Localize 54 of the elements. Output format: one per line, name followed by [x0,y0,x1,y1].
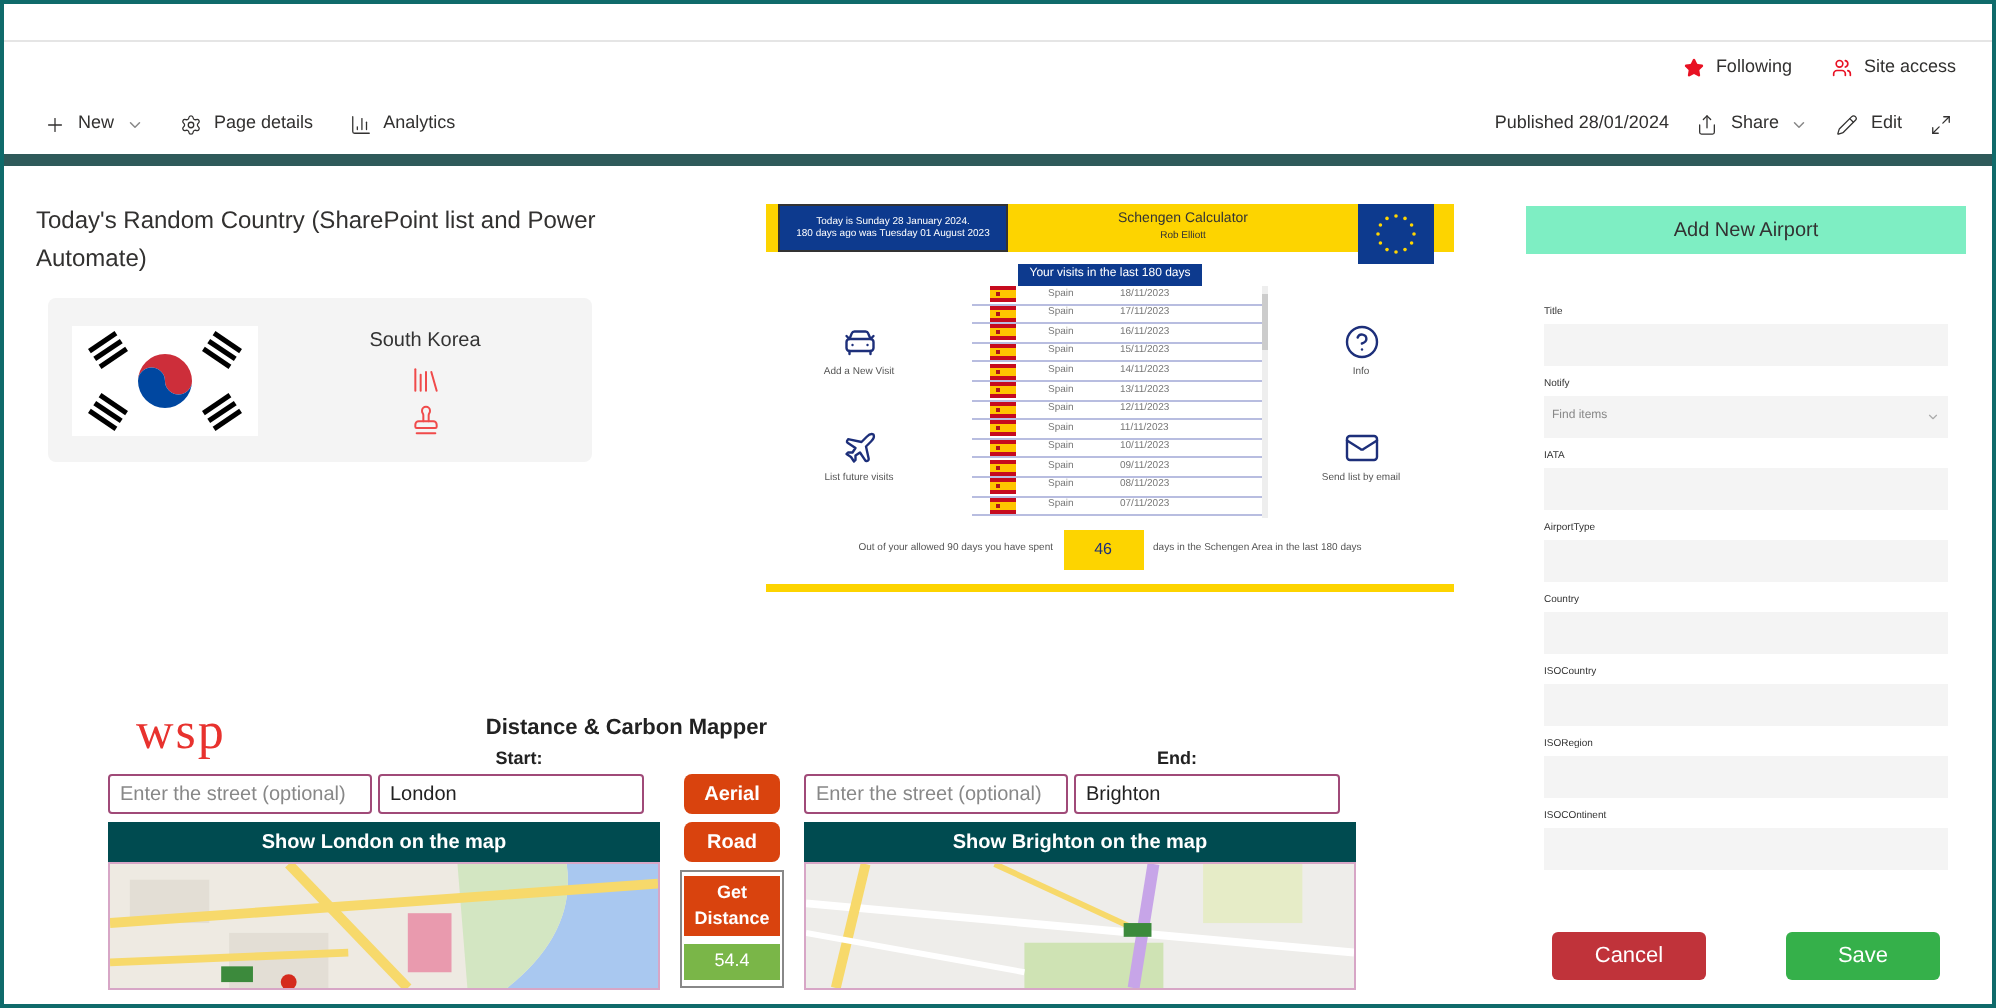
site-access-button[interactable]: Site access [1831,54,1956,82]
form-title: Add New Airport [1526,206,1966,254]
expand-icon [1930,113,1952,135]
share-icon [1696,113,1719,135]
plane-icon [841,430,877,466]
following-button[interactable]: Following [1683,54,1792,82]
flag-icon [990,420,1016,437]
get-distance-button[interactable]: Get Distance [684,876,780,936]
show-map-button[interactable]: Show London on the map [108,822,660,862]
map-view-button[interactable]: Aerial [684,774,780,814]
command-button[interactable]: New [44,110,145,138]
flag-icon [990,363,1016,380]
show-map-button[interactable]: Show Brighton on the map [804,822,1356,862]
command-button[interactable]: Analytics [349,110,456,138]
chart-icon [349,113,372,135]
flag-icon [990,459,1016,476]
stamp-icon [409,403,441,435]
cancel-button[interactable]: Cancel [1552,932,1706,980]
expand-button[interactable] [1930,113,1952,135]
logo: wsp [136,708,226,756]
command-button[interactable]: Page details [180,110,314,138]
help-icon [1343,324,1379,360]
edit-button[interactable]: Edit [1836,110,1902,138]
pencil-icon [1836,113,1859,135]
scrollbar[interactable] [1262,286,1268,518]
flag-icon [990,344,1016,361]
map-view-button[interactable]: Road [684,822,780,862]
flag-icon [72,325,258,435]
books-icon [409,363,441,395]
city-field[interactable]: Brighton [1074,774,1340,814]
published-date: Published 28/01/2024 [1494,110,1669,137]
flag-icon [990,286,1016,303]
car-icon [841,324,877,360]
flag-icon [990,382,1016,399]
side-label: Start: [495,746,543,770]
street-field[interactable]: Enter the street (optional) [804,774,1068,814]
flag-icon [990,440,1016,457]
side-label: End: [1157,746,1197,770]
days-count: 46 [1063,530,1144,570]
flag-icon [990,478,1016,495]
chevron-icon [1926,410,1940,424]
mapper-title: Distance & Carbon Mapper [485,714,767,744]
street-field[interactable]: Enter the street (optional) [108,774,372,814]
share-button[interactable]: Share [1696,110,1809,138]
section-title: Today's Random Country (SharePoint list and Power Automate) [36,204,598,276]
envelope-icon [1343,430,1379,466]
country-name: South Korea [369,327,481,355]
star-icon [1683,58,1704,78]
distance-value: 54.4 [684,944,780,980]
flag-icon [990,324,1016,341]
plus-icon [44,113,66,135]
people-icon [1831,58,1852,78]
city-field[interactable]: London [378,774,644,814]
gear-icon [180,113,203,135]
